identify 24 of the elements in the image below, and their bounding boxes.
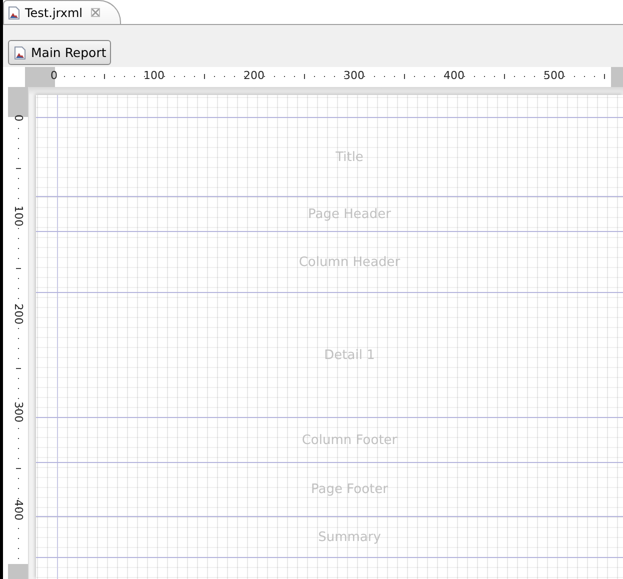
ruler-number: 300 (11, 402, 25, 422)
ruler-number: 200 (244, 69, 264, 83)
ruler-number: 400 (444, 69, 464, 83)
band-label: Column Footer (302, 432, 398, 448)
ruler-number: 200 (11, 304, 25, 324)
band-label: Detail 1 (324, 348, 375, 362)
band-label: Summary (318, 530, 381, 544)
ruler-number: 100 (144, 69, 164, 83)
band-label: Title (336, 150, 364, 164)
band-label: Page Header (308, 206, 391, 222)
ruler-margin-shade (8, 564, 28, 579)
ruler-number: 500 (544, 69, 564, 83)
ruler-number: 400 (11, 500, 25, 520)
ruler-number: 0 (11, 114, 25, 122)
ruler-number: 100 (11, 206, 25, 226)
band-label: Page Footer (311, 482, 388, 497)
close-icon[interactable] (90, 8, 100, 17)
report-file-icon (7, 6, 21, 20)
main-report-button[interactable]: Main Report (8, 40, 112, 65)
ruler-number: 0 (50, 69, 58, 83)
band-label: Column Header (298, 254, 400, 270)
report-file-icon (13, 46, 27, 60)
editor-tab[interactable]: Test.jrxml (3, 0, 121, 24)
ruler-number: 300 (344, 69, 364, 83)
